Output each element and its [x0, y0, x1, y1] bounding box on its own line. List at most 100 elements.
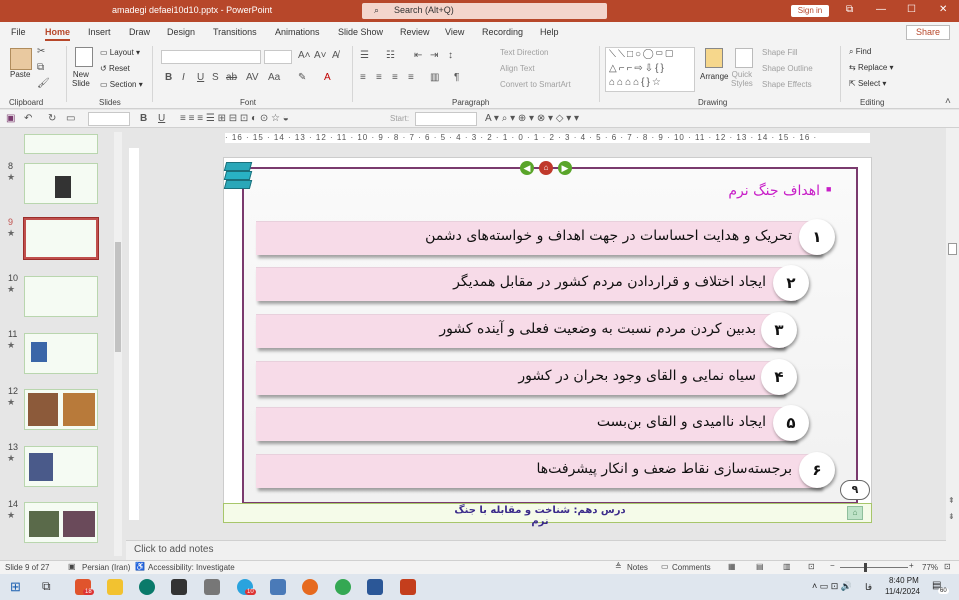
sign-in-button[interactable]: Sign in	[791, 5, 829, 17]
font-size-box[interactable]	[264, 50, 292, 64]
quick-styles-button[interactable]: Quick Styles	[731, 70, 753, 88]
italic-icon[interactable]: I	[182, 72, 185, 83]
align-left-icon[interactable]: ≡	[360, 72, 366, 83]
decrease-indent-icon[interactable]: ⇤	[414, 50, 422, 61]
store-icon[interactable]	[171, 579, 187, 595]
select-button[interactable]: ⇱ Select ▾	[849, 79, 886, 88]
notes-pane[interactable]: Click to add notes	[126, 540, 946, 560]
start-box[interactable]	[415, 112, 477, 126]
tab-transitions[interactable]: Transitions	[213, 27, 257, 37]
slide-thumbnail-7[interactable]	[24, 134, 98, 154]
collapse-ribbon-icon[interactable]: ˄	[945, 96, 951, 107]
line-spacing-icon[interactable]: ↕	[448, 50, 453, 61]
font-color-icon[interactable]: A	[324, 72, 331, 83]
bullets-icon[interactable]: ☰	[360, 50, 369, 61]
paste-button[interactable]: Paste	[10, 70, 30, 79]
qat-bold-icon[interactable]: B	[140, 113, 147, 124]
tab-animations[interactable]: Animations	[275, 27, 320, 37]
increase-indent-icon[interactable]: ⇥	[430, 50, 438, 61]
shape-outline-button[interactable]: Shape Outline	[762, 64, 813, 73]
cut-icon[interactable]: ✂	[37, 46, 45, 57]
fit-to-window-icon[interactable]: ⊡	[944, 562, 951, 571]
calculator-icon[interactable]	[204, 579, 220, 595]
strikethrough-icon[interactable]: ab	[226, 72, 237, 83]
format-painter-icon[interactable]: 🖌	[37, 78, 50, 89]
qat-align-icon[interactable]: ≡ ≡ ≡ ☰ ⊞ ⊟ ⊡ ◐ ⊙ ☆ ◒	[180, 113, 289, 124]
shadow-icon[interactable]: S	[212, 72, 219, 83]
zoom-out-icon[interactable]: −	[830, 561, 835, 570]
thumbnail-scrollbar[interactable]	[114, 132, 122, 556]
powerpoint-icon[interactable]	[400, 579, 416, 595]
present-icon[interactable]: ▭	[66, 113, 75, 124]
numbering-icon[interactable]: ☷	[386, 50, 395, 61]
notes-button[interactable]: Notes	[627, 563, 648, 572]
tab-review[interactable]: Review	[400, 27, 430, 37]
increase-font-size-icon[interactable]: A˄	[298, 50, 311, 61]
accessibility-status[interactable]: Accessibility: Investigate	[148, 563, 235, 572]
slide-thumbnail-10[interactable]	[24, 276, 98, 317]
quick-styles-icon[interactable]	[735, 48, 753, 68]
reading-view-icon[interactable]: ▥	[783, 562, 791, 571]
scrollbar-thumb[interactable]	[948, 243, 957, 255]
firefox-icon[interactable]	[302, 579, 318, 595]
change-case-icon[interactable]: Aa	[268, 72, 280, 83]
paste-icon[interactable]	[10, 48, 32, 70]
normal-view-icon[interactable]: ▦	[728, 562, 736, 571]
shapes-gallery[interactable]: ⟍⟍□○◯▭▢ △⌐⌐⇨⇩{} ⌂⌂⌂⌂{}☆	[605, 47, 695, 92]
tab-slide-show[interactable]: Slide Show	[338, 27, 383, 37]
qat-font-size-box[interactable]	[88, 112, 130, 126]
tab-draw[interactable]: Draw	[129, 27, 150, 37]
scrollbar-thumb[interactable]	[115, 242, 121, 352]
windows-start-icon[interactable]: ⊞	[10, 579, 21, 595]
highlight-color-icon[interactable]: ✎	[298, 72, 306, 83]
slide-prev-icon[interactable]: ◀	[520, 161, 534, 175]
replace-button[interactable]: ⇆ Replace ▾	[849, 63, 894, 72]
zoom-level[interactable]: 77%	[922, 563, 938, 572]
search-box[interactable]: ⌕ Search (Alt+Q)	[362, 3, 607, 19]
edge-icon[interactable]	[139, 579, 155, 595]
arrange-icon[interactable]	[705, 48, 723, 68]
zoom-slider[interactable]	[840, 567, 908, 568]
slide-thumbnail-8[interactable]	[24, 163, 98, 204]
save-icon[interactable]: ▣	[6, 113, 15, 124]
home-nav-icon[interactable]: ⌂	[847, 506, 863, 520]
slide-thumbnail-12[interactable]	[24, 389, 98, 430]
slide-next-icon[interactable]: ▶	[558, 161, 572, 175]
rtl-icon[interactable]: ¶	[454, 72, 459, 83]
undo-icon[interactable]: ↶	[24, 113, 32, 124]
slide-thumbnail-9-selected[interactable]	[23, 217, 99, 260]
comments-button[interactable]: Comments	[672, 563, 711, 572]
character-spacing-icon[interactable]: AV	[246, 72, 259, 83]
align-text-button[interactable]: Align Text	[500, 64, 535, 73]
section-button[interactable]: ▭ Section ▾	[100, 80, 143, 89]
clear-formatting-icon[interactable]: A̸	[332, 50, 339, 61]
redo-icon[interactable]: ↻	[48, 113, 56, 124]
vertical-scrollbar[interactable]: ⇞ ⇟	[946, 128, 959, 560]
shape-effects-button[interactable]: Shape Effects	[762, 80, 812, 89]
share-button[interactable]: Share	[906, 25, 950, 40]
reset-button[interactable]: ↺ Reset	[100, 64, 130, 73]
align-center-icon[interactable]: ≡	[376, 72, 382, 83]
columns-icon[interactable]: ▥	[430, 72, 439, 83]
tab-help[interactable]: Help	[540, 27, 559, 37]
qat-more-icons[interactable]: A ▾ ⌕ ▾ ⊕ ▾ ⊗ ▾ ◇ ▾ ▾	[485, 113, 579, 124]
maximize-button[interactable]: ☐	[907, 4, 916, 15]
chrome-icon[interactable]	[335, 579, 351, 595]
new-slide-icon[interactable]	[75, 47, 93, 67]
tab-insert[interactable]: Insert	[88, 27, 111, 37]
tab-design[interactable]: Design	[167, 27, 195, 37]
tab-home[interactable]: Home	[45, 27, 71, 41]
language-indicator[interactable]: Persian (Iran)	[82, 563, 130, 572]
word-icon[interactable]	[367, 579, 383, 595]
slideshow-icon[interactable]: ⊡	[808, 562, 815, 571]
minimize-button[interactable]: —	[876, 4, 886, 15]
slide-thumbnail-14[interactable]	[24, 502, 98, 543]
spell-check-icon[interactable]: ▣	[68, 562, 76, 571]
tray-icons[interactable]: ˄ ▭ ⊡ 🔊	[812, 581, 852, 592]
qat-underline-icon[interactable]: U	[158, 113, 165, 124]
new-slide-button[interactable]: New Slide	[72, 70, 90, 88]
slide-home-icon[interactable]: ⌂	[539, 161, 553, 175]
slide-thumbnail-13[interactable]	[24, 446, 98, 487]
layout-button[interactable]: ▭ Layout ▾	[100, 48, 140, 57]
underline-icon[interactable]: U	[197, 72, 204, 83]
